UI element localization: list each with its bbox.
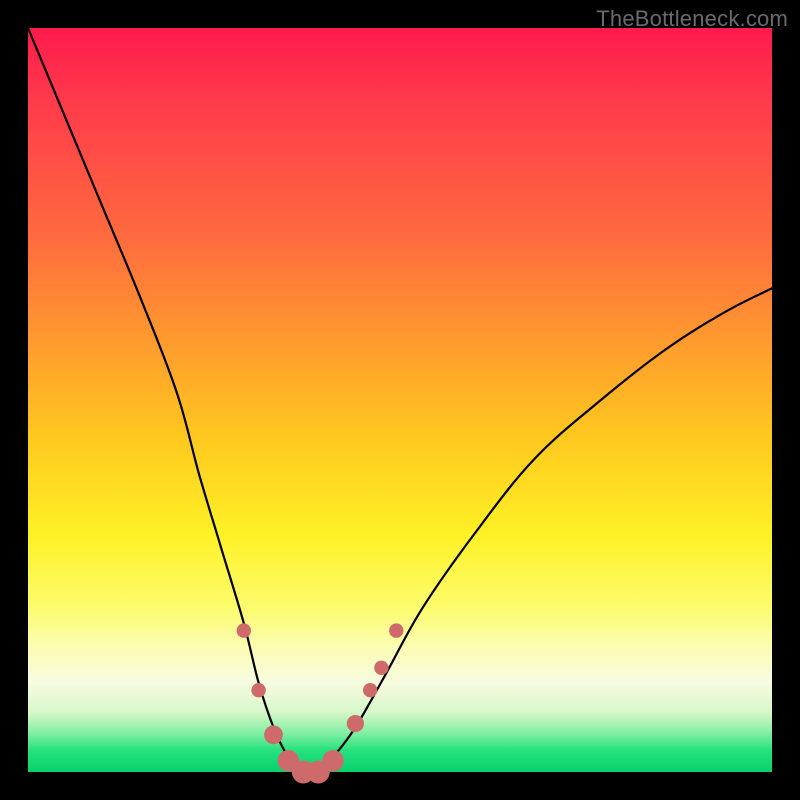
watermark-text: TheBottleneck.com	[596, 6, 788, 32]
chart-frame	[28, 28, 772, 772]
curve-marker	[237, 623, 251, 637]
curve-marker	[347, 715, 364, 732]
curve-marker	[389, 623, 403, 637]
curve-marker	[363, 683, 377, 697]
curve-marker	[374, 661, 388, 675]
curve-marker	[251, 683, 265, 697]
curve-marker	[264, 725, 283, 744]
curve-markers	[237, 623, 404, 783]
curve-marker	[322, 750, 344, 772]
bottleneck-curve	[28, 28, 772, 774]
chart-svg	[28, 28, 772, 772]
